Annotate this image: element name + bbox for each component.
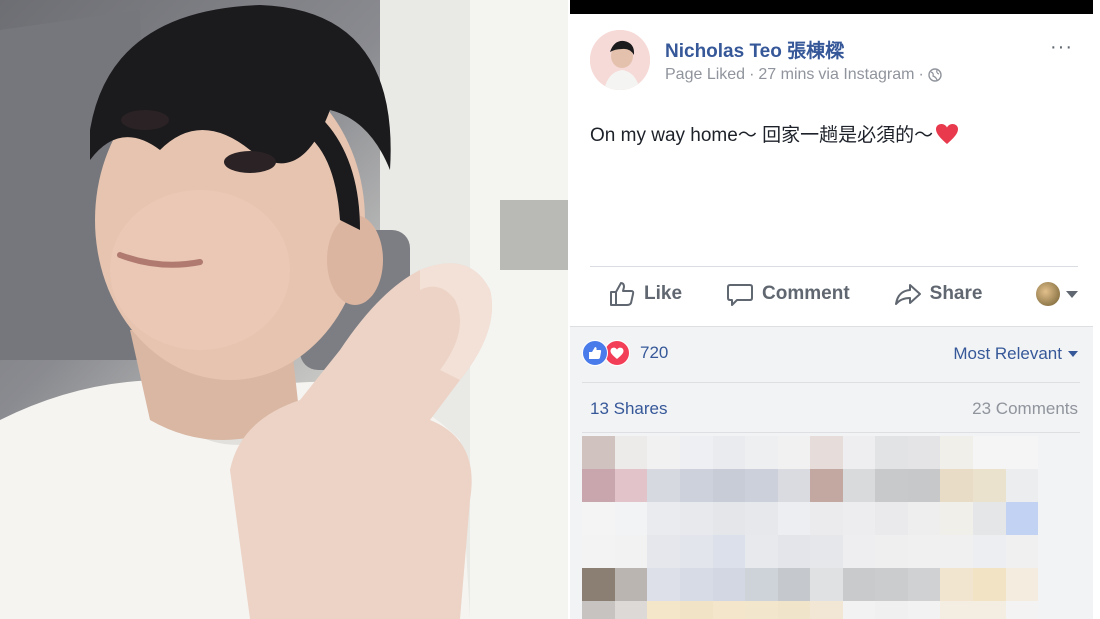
comment-bubble-icon (727, 284, 754, 306)
blurred-comments (582, 436, 1038, 619)
globe-icon[interactable] (928, 68, 942, 82)
comment-button[interactable]: Comment (726, 280, 850, 308)
shares-link[interactable]: 13 Shares (590, 399, 668, 419)
post-timestamp[interactable]: 27 mins (758, 66, 814, 84)
action-bar: Like Comment Share (590, 272, 1078, 316)
post-card: Nicholas Teo 張棟樑 ··· Page Liked · 27 min… (570, 0, 1093, 619)
post-photo[interactable] (0, 0, 568, 619)
actions-divider (590, 266, 1078, 267)
comment-sort-dropdown[interactable]: Most Relevant (953, 344, 1078, 364)
like-reaction-icon (582, 340, 608, 366)
like-label: Like (644, 283, 683, 304)
meta-separator: · (918, 66, 924, 83)
selfie-illustration (0, 0, 568, 619)
like-thumb-icon (610, 282, 635, 306)
share-label: Share (929, 283, 983, 304)
comments-link[interactable]: 23 Comments (972, 399, 1078, 419)
top-border (570, 0, 1093, 14)
share-arrow-icon (894, 284, 921, 305)
avatar-picture (590, 30, 650, 90)
post-text: On my way home～ 回家一趟是必須的～ (590, 125, 934, 146)
avatar[interactable] (590, 30, 650, 90)
chevron-down-icon (1066, 290, 1078, 298)
audience-selector[interactable] (1036, 282, 1078, 306)
reactions-summary[interactable]: 720 (582, 340, 668, 366)
reaction-icons (582, 340, 632, 366)
poster-name[interactable]: Nicholas Teo 張棟樑 (665, 36, 844, 63)
audience-avatar (1036, 282, 1060, 306)
sort-label: Most Relevant (953, 344, 1062, 363)
heart-emoji-icon (936, 123, 959, 144)
like-button[interactable]: Like (608, 280, 682, 308)
stats-divider-bottom (582, 432, 1080, 433)
share-button[interactable]: Share (894, 280, 983, 308)
comment-label: Comment (762, 283, 850, 304)
post-via: via Instagram (818, 66, 915, 83)
page-liked-label[interactable]: Page Liked (665, 66, 745, 84)
post-body: On my way home～ 回家一趟是必須的～ (590, 120, 959, 147)
meta-separator: · (749, 66, 755, 83)
chevron-down-icon (1068, 351, 1078, 357)
reaction-count: 720 (640, 343, 669, 362)
stats-divider (582, 382, 1080, 383)
more-options-icon[interactable]: ··· (1050, 36, 1073, 59)
post-meta: Page Liked · 27 mins via Instagram · (665, 66, 942, 84)
